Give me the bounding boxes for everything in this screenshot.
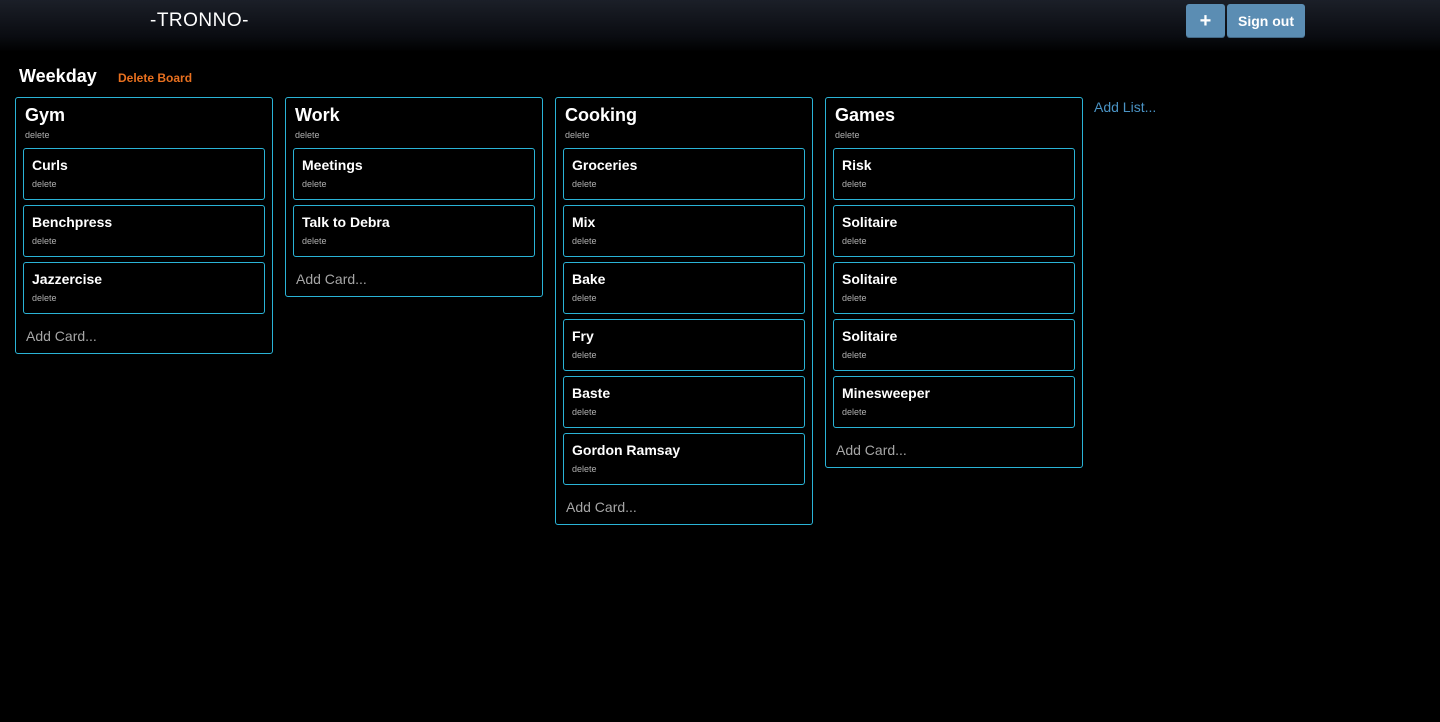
- card-title: Meetings: [302, 157, 363, 173]
- card[interactable]: Solitaire delete: [833, 319, 1075, 371]
- card-delete-link[interactable]: delete: [572, 179, 796, 189]
- card-title: Solitaire: [842, 214, 898, 230]
- add-card-link[interactable]: Add Card...: [836, 442, 1075, 458]
- card-delete-link[interactable]: delete: [842, 179, 1066, 189]
- card[interactable]: Gordon Ramsay delete: [563, 433, 805, 485]
- card-delete-link[interactable]: delete: [842, 350, 1066, 360]
- card[interactable]: Fry delete: [563, 319, 805, 371]
- card-delete-link[interactable]: delete: [842, 407, 1066, 417]
- card[interactable]: Baste delete: [563, 376, 805, 428]
- top-bar: -TRONNO- + Sign out: [0, 0, 1440, 52]
- list-delete-link[interactable]: delete: [835, 130, 1075, 140]
- card-delete-link[interactable]: delete: [32, 179, 256, 189]
- delete-board-link[interactable]: Delete Board: [118, 71, 192, 85]
- card-delete-link[interactable]: delete: [572, 236, 796, 246]
- card[interactable]: Talk to Debra delete: [293, 205, 535, 257]
- card[interactable]: Mix delete: [563, 205, 805, 257]
- card-delete-link[interactable]: delete: [32, 236, 256, 246]
- card[interactable]: Minesweeper delete: [833, 376, 1075, 428]
- card-delete-link[interactable]: delete: [572, 350, 796, 360]
- card[interactable]: Solitaire delete: [833, 205, 1075, 257]
- add-card-link[interactable]: Add Card...: [566, 499, 805, 515]
- list-column: Gym delete Curls delete Benchpress delete Jazz…: [15, 97, 273, 354]
- card-title: Gordon Ramsay: [572, 442, 681, 458]
- card-title: Bake: [572, 271, 606, 287]
- card-title: Benchpress: [32, 214, 113, 230]
- card-title: Baste: [572, 385, 611, 401]
- board-title: Weekday: [19, 66, 97, 86]
- card-delete-link[interactable]: delete: [572, 464, 796, 474]
- card-title: Talk to Debra: [302, 214, 390, 230]
- card-delete-link[interactable]: delete: [32, 293, 256, 303]
- card-title: Minesweeper: [842, 385, 930, 401]
- app-title: -TRONNO-: [150, 10, 249, 31]
- card[interactable]: Bake delete: [563, 262, 805, 314]
- list-title: Work: [295, 105, 340, 125]
- card-title: Solitaire: [842, 328, 898, 344]
- list-column: Games delete Risk delete Solitaire delete Soli…: [825, 97, 1083, 468]
- card-title: Curls: [32, 157, 68, 173]
- card[interactable]: Solitaire delete: [833, 262, 1075, 314]
- card-delete-link[interactable]: delete: [842, 236, 1066, 246]
- card-delete-link[interactable]: delete: [302, 236, 526, 246]
- card-delete-link[interactable]: delete: [572, 293, 796, 303]
- list-delete-link[interactable]: delete: [295, 130, 535, 140]
- card-title: Groceries: [572, 157, 638, 173]
- card[interactable]: Meetings delete: [293, 148, 535, 200]
- card-title: Jazzercise: [32, 271, 103, 287]
- list-title: Games: [835, 105, 896, 125]
- card[interactable]: Jazzercise delete: [23, 262, 265, 314]
- card[interactable]: Benchpress delete: [23, 205, 265, 257]
- list-title: Cooking: [565, 105, 637, 125]
- card-title: Solitaire: [842, 271, 898, 287]
- card-delete-link[interactable]: delete: [302, 179, 526, 189]
- card[interactable]: Curls delete: [23, 148, 265, 200]
- card-title: Fry: [572, 328, 594, 344]
- add-list-link[interactable]: Add List...: [1094, 99, 1156, 115]
- add-card-link[interactable]: Add Card...: [296, 271, 535, 287]
- list-column: Work delete Meetings delete Talk to Debra del…: [285, 97, 543, 297]
- list-delete-link[interactable]: delete: [565, 130, 805, 140]
- list-column: Cooking delete Groceries delete Mix delete Bak…: [555, 97, 813, 525]
- card-title: Mix: [572, 214, 596, 230]
- list-delete-link[interactable]: delete: [25, 130, 265, 140]
- card[interactable]: Groceries delete: [563, 148, 805, 200]
- card-title: Risk: [842, 157, 872, 173]
- sign-out-button[interactable]: Sign out: [1227, 4, 1305, 38]
- add-board-button[interactable]: +: [1186, 4, 1225, 38]
- card-delete-link[interactable]: delete: [842, 293, 1066, 303]
- card[interactable]: Risk delete: [833, 148, 1075, 200]
- card-delete-link[interactable]: delete: [572, 407, 796, 417]
- add-card-link[interactable]: Add Card...: [26, 328, 265, 344]
- list-title: Gym: [25, 105, 66, 125]
